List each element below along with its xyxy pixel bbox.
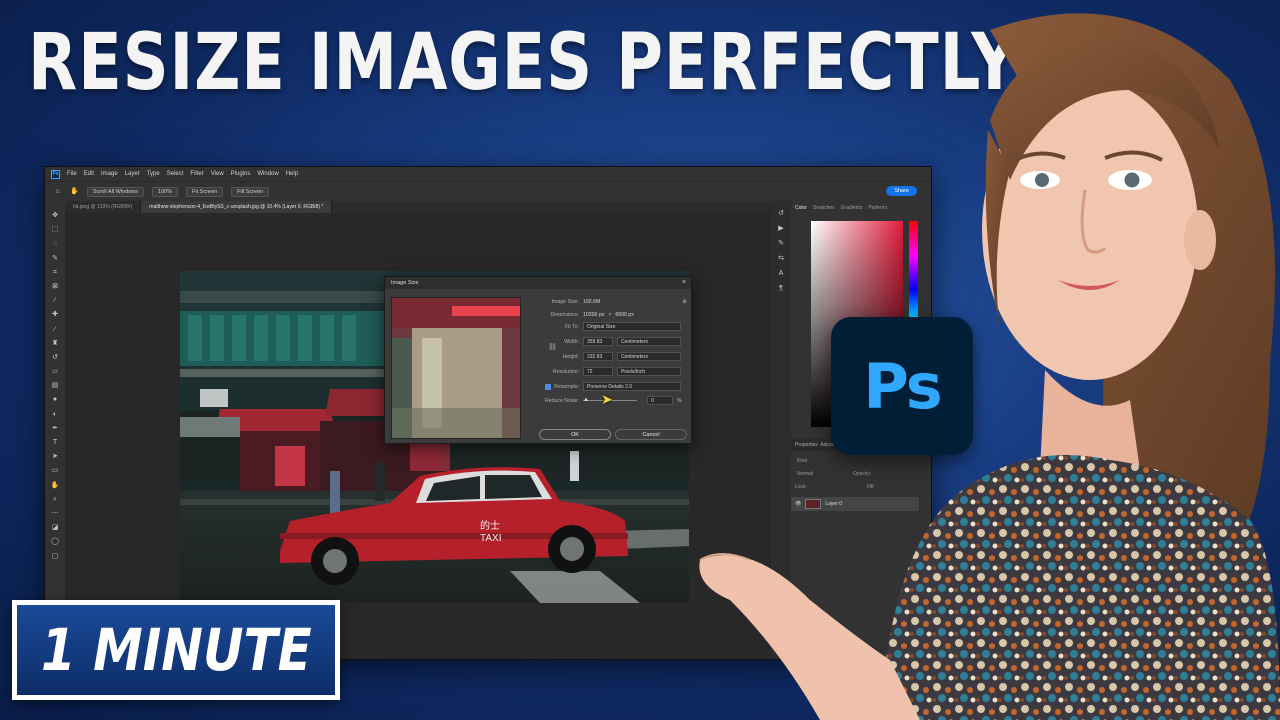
dimensions-label: Dimensions: [550,311,579,318]
document-tabs: hit.jpeg @ 133% (RGB/8#) matthew-stephen… [65,201,781,213]
blur-tool-icon[interactable]: ● [51,395,60,404]
menu-view[interactable]: View [211,171,224,177]
taxi-sign: 的士 [480,519,500,532]
type-tool-icon[interactable]: T [51,438,60,447]
brush-tool-icon[interactable]: ∕ [51,325,60,334]
gradient-tool-icon[interactable]: ▤ [51,381,60,390]
width-unit-select[interactable]: Centimeters [617,337,681,346]
eraser-tool-icon[interactable]: ▱ [51,367,60,376]
eyedropper-tool-icon[interactable]: ⁄ [51,296,60,305]
ok-button[interactable]: OK [539,429,611,440]
photoshop-app-icon: Ps [51,169,60,179]
scroll-all-windows-checkbox[interactable]: Scroll All Windows [87,186,144,197]
link-constrain-icon[interactable]: ⛓ [548,343,557,351]
reduce-noise-unit: % [677,397,682,404]
menu-image[interactable]: Image [101,171,118,177]
quick-mask-icon[interactable]: ◯ [51,537,60,546]
dimensions-height-value: 6600 px [615,311,634,318]
move-tool-icon[interactable]: ✥ [51,211,60,220]
menu-help[interactable]: Help [286,171,298,177]
tab-document-1[interactable]: hit.jpeg @ 133% (RGB/8#) [65,201,142,213]
cancel-button[interactable]: Cancel [615,429,687,440]
resample-checkbox[interactable] [545,383,552,390]
dimensions-times: × [608,311,612,318]
zoom-100-button[interactable]: 100% [151,186,179,197]
height-row: Height: 232.83 Centimeters [525,352,687,361]
tab-document-2[interactable]: matthew-stephenson-4_EwBtySS_c-unsplash.… [141,201,333,213]
resample-select[interactable]: Preserve Details 2.0 [583,382,681,391]
fit-to-select[interactable]: Original Size [583,322,681,331]
close-icon[interactable]: × [682,279,686,286]
resample-row: Resample: Preserve Details 2.0 [525,382,687,391]
menu-file[interactable]: File [67,171,77,177]
menu-layer[interactable]: Layer [125,171,140,177]
menu-select[interactable]: Select [167,171,184,177]
marquee-tool-icon[interactable]: ⬚ [51,225,60,234]
path-select-tool-icon[interactable]: ➤ [51,452,60,461]
hand-tool-icon[interactable]: ✋ [70,187,79,196]
color-swatches-icon[interactable]: ◪ [51,523,60,532]
resolution-label: Resolution: [553,368,579,375]
dialog-preview[interactable] [391,297,521,439]
dodge-tool-icon[interactable]: ◐ [51,410,60,419]
one-minute-text: 1 MINUTE [40,616,312,684]
fit-screen-button[interactable]: Fit Screen [186,186,224,197]
presenter-artwork [699,13,1280,720]
height-label: Height: [562,353,579,360]
menu-filter[interactable]: Filter [190,171,203,177]
fit-to-row: Fit To: Original Size [525,322,687,331]
resolution-row: Resolution: 72 Pixels/Inch [525,367,687,376]
fit-to-label: Fit To: [564,323,579,330]
image-size-label: Image Size: [551,298,579,305]
image-size-dialog: Image Size × Image Size: 192.6M ⚙ Dimens… [384,276,692,444]
svg-text:TAXI: TAXI [480,533,501,544]
home-icon[interactable]: ⌂ [53,187,62,196]
resolution-unit-select[interactable]: Pixels/Inch [617,367,681,376]
stamp-tool-icon[interactable]: ♜ [51,339,60,348]
crop-tool-icon[interactable]: ⌗ [51,268,60,277]
mouse-cursor-icon: ➤ [601,391,613,407]
dimensions-row: Dimensions: 10200 px × 6600 px [525,310,687,319]
screen-mode-icon[interactable]: ▢ [51,552,60,561]
resample-label: Resample: [554,383,579,390]
image-size-value: 192.6M [583,298,601,305]
zoom-tool-icon[interactable]: ⌕ [51,495,60,504]
hand-tool-icon[interactable]: ✋ [51,481,60,490]
more-tools-icon[interactable]: ⋯ [51,509,60,518]
one-minute-badge: 1 MINUTE [12,600,340,700]
reduce-noise-input[interactable]: 0 [647,396,673,405]
menu-window[interactable]: Window [257,171,278,177]
healing-tool-icon[interactable]: ✚ [51,310,60,319]
slider-handle-icon[interactable]: ▲ [583,397,589,403]
fill-screen-button[interactable]: Fill Screen [231,186,270,197]
shape-tool-icon[interactable]: ▭ [51,466,60,475]
pen-tool-icon[interactable]: ✒ [51,424,60,433]
menu-edit[interactable]: Edit [84,171,94,177]
menu-plugins[interactable]: Plugins [231,171,251,177]
lasso-tool-icon[interactable]: ◌ [51,239,60,248]
height-input[interactable]: 232.83 [583,352,613,361]
dialog-title: Image Size [385,277,691,289]
history-brush-icon[interactable]: ↺ [51,353,60,362]
width-input[interactable]: 359.83 [583,337,613,346]
tools-panel: ✥ ⬚ ◌ ✎ ⌗ ⊠ ⁄ ✚ ∕ ♜ ↺ ▱ ▤ ● ◐ ✒ T ➤ ▭ ✋ … [45,201,65,659]
image-size-row: Image Size: 192.6M ⚙ [525,297,687,306]
preview-artwork [392,298,520,438]
height-unit-select[interactable]: Centimeters [617,352,681,361]
presenter-photo [690,0,1280,720]
resample-label-wrap: Resample: [525,383,583,390]
dimensions-width-value: 10200 px [583,311,605,318]
resolution-input[interactable]: 72 [583,367,613,376]
quick-select-tool-icon[interactable]: ✎ [51,254,60,263]
reduce-noise-label: Reduce Noise: [544,397,579,404]
menu-type[interactable]: Type [147,171,160,177]
frame-tool-icon[interactable]: ⊠ [51,282,60,291]
settings-gear-icon[interactable]: ⚙ [682,299,687,305]
